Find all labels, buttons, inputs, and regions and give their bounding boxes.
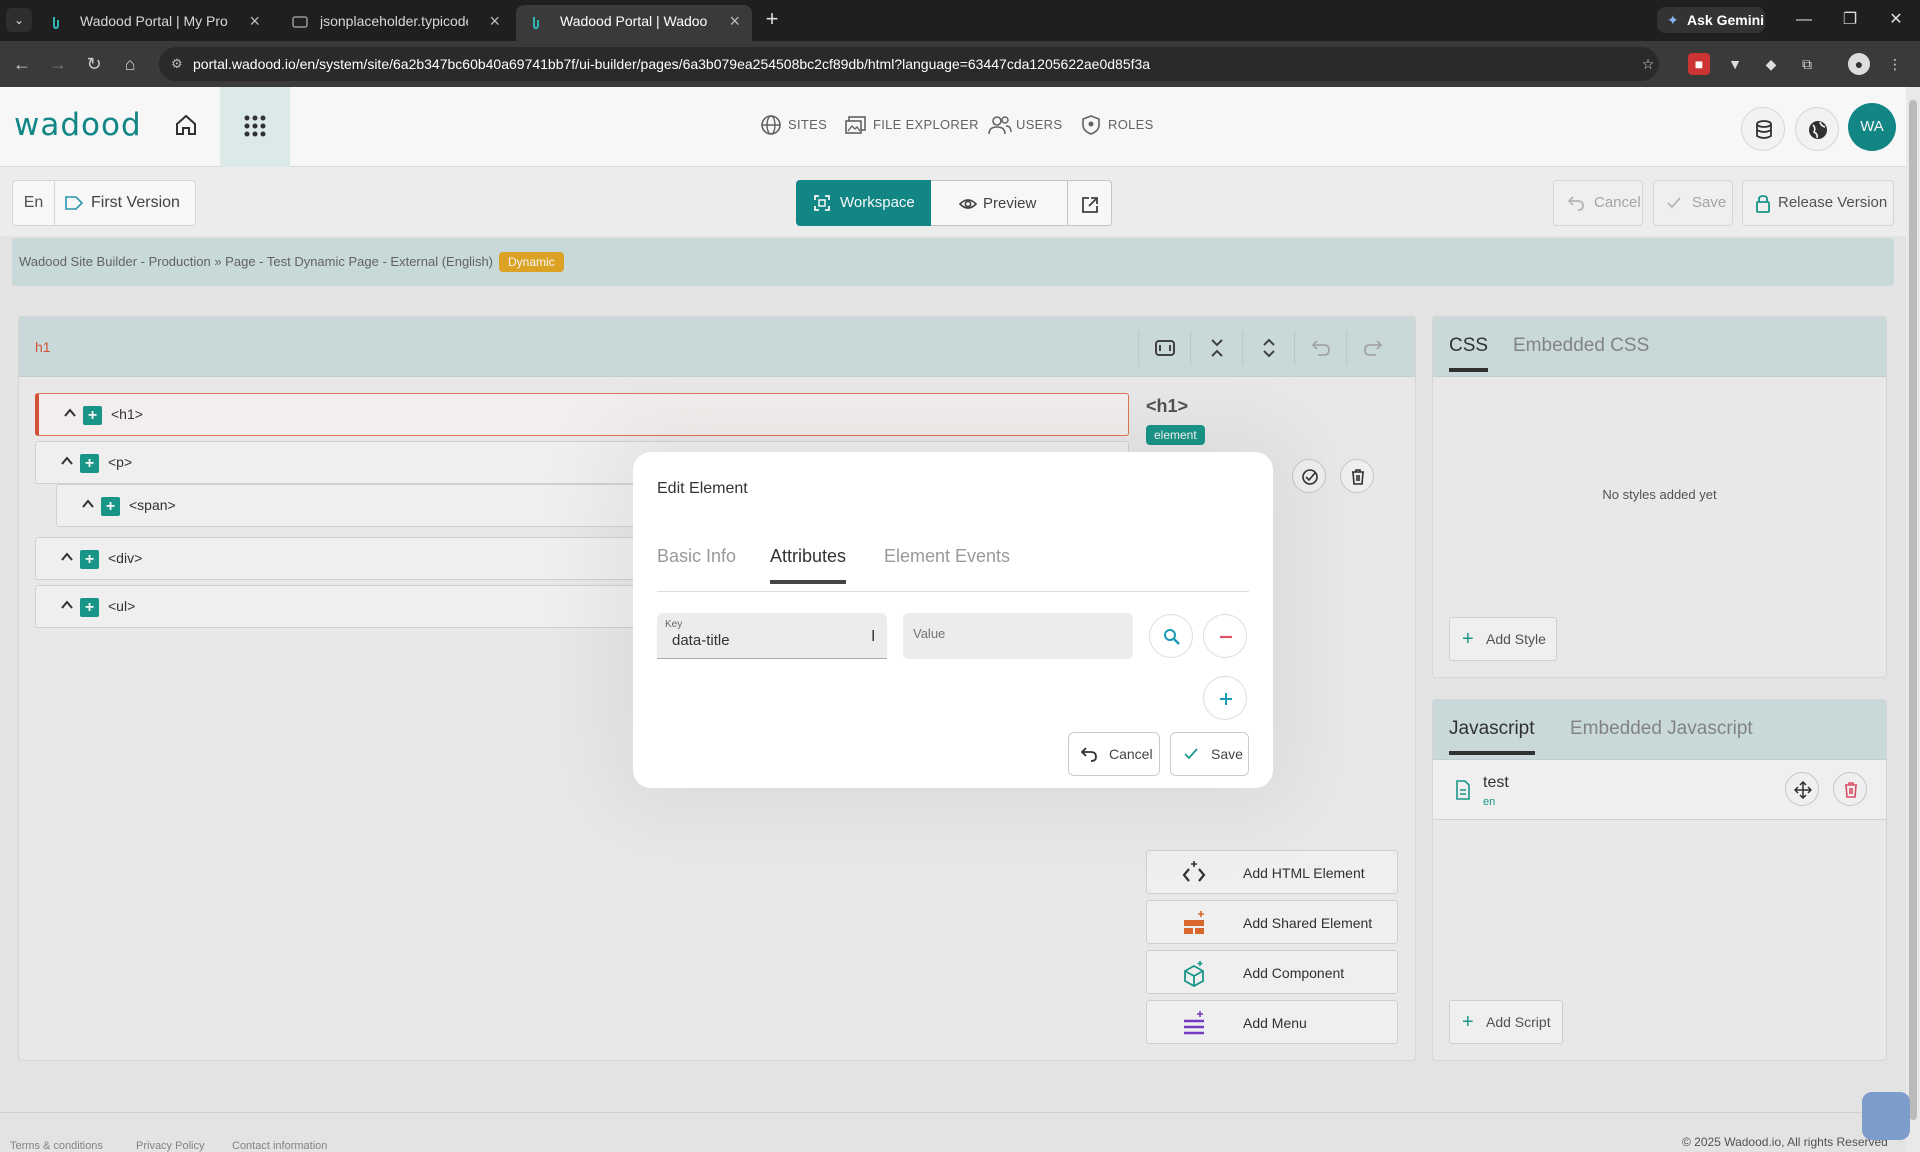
site-info-icon[interactable]: ⚙ xyxy=(171,47,183,81)
dialog-cancel-button[interactable]: Cancel xyxy=(1068,732,1160,776)
tab-title: jsonplaceholder.typicode.com/ xyxy=(320,13,468,29)
reload-button[interactable]: ↻ xyxy=(80,50,108,78)
tab-attributes[interactable]: Attributes xyxy=(770,546,847,584)
site-favicon-icon xyxy=(292,16,308,28)
browser-addressbar: ← → ↻ ⌂ ⚙ portal.wadood.io/en/system/sit… xyxy=(0,41,1920,87)
undo-icon xyxy=(1081,747,1097,762)
browser-tab-profile[interactable]: Wadood Portal | My Profile - U × xyxy=(36,5,272,41)
tab-element-events[interactable]: Element Events xyxy=(884,546,1010,567)
minus-icon xyxy=(1220,635,1232,639)
bookmark-star-icon[interactable]: ☆ xyxy=(1637,53,1659,75)
minimize-button[interactable]: — xyxy=(1786,6,1822,34)
browser-menu-icon[interactable]: ⋮ xyxy=(1884,53,1906,75)
text-cursor-icon: I xyxy=(871,628,876,645)
vue-extension-icon[interactable]: ▼ xyxy=(1724,53,1746,75)
close-tab-icon[interactable]: × xyxy=(489,5,500,37)
browser-tab-site-builder[interactable]: Wadood Portal | Wadood Site B × xyxy=(516,5,752,41)
search-icon xyxy=(1164,629,1180,645)
maximize-button[interactable]: ❐ xyxy=(1832,6,1868,34)
check-icon xyxy=(1184,748,1198,760)
ask-gemini-button[interactable]: ✦ Ask Gemini xyxy=(1657,7,1765,33)
key-input[interactable] xyxy=(672,632,842,649)
search-attribute-button[interactable] xyxy=(1149,614,1193,658)
dialog-save-button[interactable]: Save xyxy=(1170,732,1249,776)
assistant-widget-icon[interactable] xyxy=(1862,1092,1910,1140)
plus-icon xyxy=(1220,693,1232,705)
attribute-value-field[interactable] xyxy=(903,613,1133,659)
remove-attribute-button[interactable] xyxy=(1203,614,1247,658)
edit-element-dialog: Edit Element Basic Info Attributes Eleme… xyxy=(633,452,1273,788)
gemini-icon: ✦ xyxy=(1667,12,1679,28)
tab-title: Wadood Portal | Wadood Site B xyxy=(560,13,708,29)
url-field[interactable]: ⚙ portal.wadood.io/en/system/site/6a2b34… xyxy=(159,47,1659,81)
tab-basic-info[interactable]: Basic Info xyxy=(657,546,736,567)
extension-icon[interactable]: ◆ xyxy=(1760,53,1782,75)
attribute-key-field[interactable]: Key xyxy=(657,613,887,659)
tabs-divider xyxy=(657,591,1249,592)
close-window-button[interactable]: ✕ xyxy=(1878,6,1914,34)
wadood-favicon-icon xyxy=(533,17,539,30)
extension-icon[interactable]: ■ xyxy=(1688,53,1710,75)
key-label: Key xyxy=(665,619,683,630)
close-tab-icon[interactable]: × xyxy=(729,5,740,37)
wadood-favicon-icon xyxy=(53,17,59,30)
back-button[interactable]: ← xyxy=(8,50,36,78)
tab-title: Wadood Portal | My Profile - U xyxy=(80,13,228,29)
close-tab-icon[interactable]: × xyxy=(249,5,260,37)
value-input[interactable] xyxy=(913,626,1113,641)
extensions-puzzle-icon[interactable]: ⧉ xyxy=(1796,53,1818,75)
add-attribute-button[interactable] xyxy=(1203,676,1247,720)
dialog-title: Edit Element xyxy=(657,480,748,497)
tab-search-button[interactable]: ⌄ xyxy=(6,8,32,32)
home-icon[interactable]: ⌂ xyxy=(116,50,144,78)
browser-tabbar: ⌄ Wadood Portal | My Profile - U × jsonp… xyxy=(0,0,1920,41)
forward-button[interactable]: → xyxy=(44,50,72,78)
new-tab-button[interactable]: + xyxy=(758,6,786,34)
browser-tab-jsonplaceholder[interactable]: jsonplaceholder.typicode.com/ × xyxy=(276,5,512,41)
profile-icon[interactable]: ● xyxy=(1848,53,1870,75)
